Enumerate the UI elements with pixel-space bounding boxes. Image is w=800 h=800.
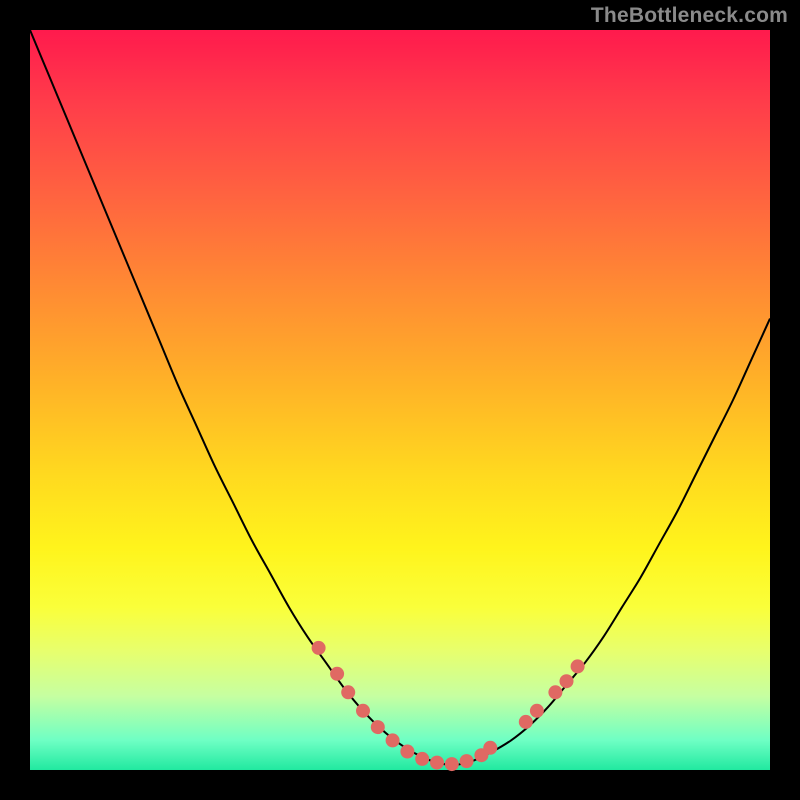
curve-marker [386,733,400,747]
curve-marker [430,756,444,770]
curve-marker [530,704,544,718]
curve-marker [571,659,585,673]
curve-marker [400,745,414,759]
curve-marker [460,754,474,768]
watermark-text: TheBottleneck.com [591,4,788,28]
curve-marker [519,715,533,729]
curve-marker [330,667,344,681]
curve-marker [548,685,562,699]
curve-marker [371,720,385,734]
chart-frame: TheBottleneck.com [0,0,800,800]
curve-marker [483,741,497,755]
curve-svg [30,30,770,770]
curve-marker [312,641,326,655]
curve-marker [356,704,370,718]
bottleneck-curve [30,30,770,765]
curve-marker [415,752,429,766]
curve-marker [560,674,574,688]
curve-marker [341,685,355,699]
curve-markers [312,641,585,771]
plot-area [30,30,770,770]
curve-marker [445,757,459,771]
